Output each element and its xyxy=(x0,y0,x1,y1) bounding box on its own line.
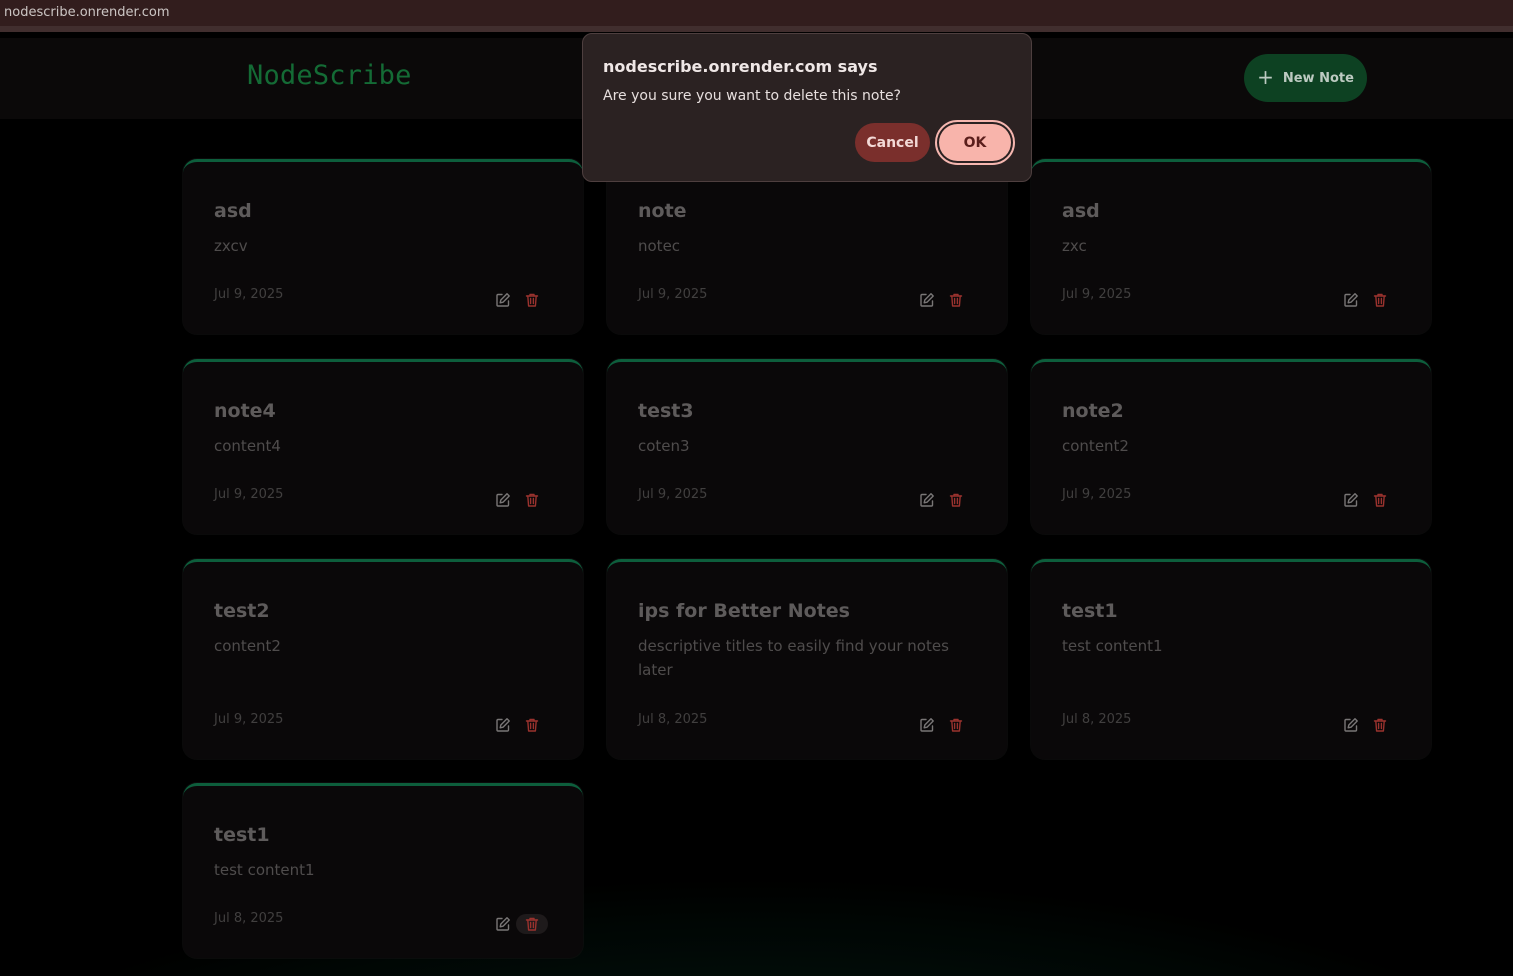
dialog-title: nodescribe.onrender.com says xyxy=(603,57,878,76)
confirm-dialog: nodescribe.onrender.com says Are you sur… xyxy=(582,33,1032,182)
cancel-button[interactable]: Cancel xyxy=(855,123,930,162)
dialog-message: Are you sure you want to delete this not… xyxy=(603,88,901,104)
ok-button[interactable]: OK xyxy=(935,120,1015,165)
ok-button-label: OK xyxy=(939,124,1011,161)
